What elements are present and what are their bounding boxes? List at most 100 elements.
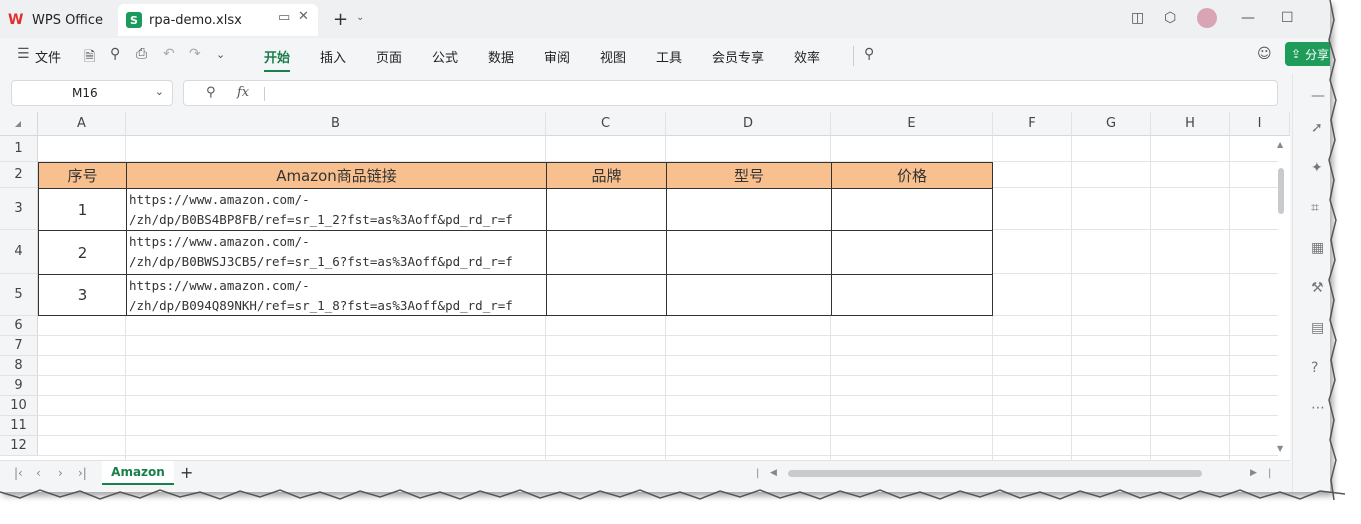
- cube-icon[interactable]: ⬡: [1164, 10, 1176, 26]
- row-header-7[interactable]: 7: [0, 336, 38, 356]
- more-chevron-icon[interactable]: ⌄: [216, 48, 225, 61]
- save-icon[interactable]: 🗎: [84, 46, 95, 70]
- row-header-5[interactable]: 5: [0, 274, 38, 316]
- row-header-2[interactable]: 2: [0, 162, 38, 188]
- table-cell-price[interactable]: [831, 230, 993, 275]
- collapse-icon[interactable]: —: [1311, 88, 1325, 104]
- scroll-up-icon[interactable]: ▲: [1277, 140, 1283, 149]
- tab-wps-office[interactable]: W WPS Office: [8, 6, 108, 34]
- column-header-h[interactable]: H: [1151, 112, 1230, 136]
- table-cell-brand[interactable]: [546, 230, 667, 275]
- column-header-f[interactable]: F: [993, 112, 1072, 136]
- menu-formula[interactable]: 公式: [432, 47, 458, 66]
- row-header-8[interactable]: 8: [0, 356, 38, 376]
- scroll-right-edge-icon[interactable]: |: [1268, 468, 1271, 479]
- minimize-icon[interactable]: —: [1241, 10, 1255, 26]
- row-header-9[interactable]: 9: [0, 376, 38, 396]
- row-header-12[interactable]: 12: [0, 436, 38, 456]
- menu-tools[interactable]: 工具: [656, 47, 682, 66]
- redo-icon[interactable]: ↷: [189, 46, 201, 62]
- share-link-icon[interactable]: ⚲: [110, 46, 120, 62]
- table-cell-model[interactable]: [666, 188, 832, 231]
- print-preview-icon[interactable]: ⎙: [136, 46, 147, 62]
- table-cell-model[interactable]: [666, 230, 832, 275]
- scroll-left-icon[interactable]: ◀: [770, 468, 777, 478]
- chart-icon[interactable]: ▦: [1311, 240, 1324, 256]
- column-header-g[interactable]: G: [1072, 112, 1151, 136]
- window-restore-icon[interactable]: ▭: [278, 10, 290, 25]
- panel-icon[interactable]: ▤: [1311, 320, 1324, 336]
- chevron-down-icon[interactable]: ⌄: [155, 85, 164, 98]
- row-header-10[interactable]: 10: [0, 396, 38, 416]
- menu-efficiency[interactable]: 效率: [794, 47, 820, 66]
- more-icon[interactable]: ⋯: [1311, 400, 1325, 416]
- table-cell-no[interactable]: 3: [38, 274, 127, 316]
- vertical-scrollbar[interactable]: ▲ ▼: [1273, 138, 1289, 458]
- menu-view[interactable]: 视图: [600, 47, 626, 66]
- menu-data[interactable]: 数据: [488, 47, 514, 66]
- style-icon[interactable]: ✦: [1311, 160, 1323, 176]
- search-icon[interactable]: ⚲: [864, 46, 874, 62]
- prev-sheet-icon[interactable]: ‹: [36, 466, 41, 480]
- header-cell-brand[interactable]: 品牌: [546, 162, 667, 189]
- tools-icon[interactable]: ⚒: [1311, 280, 1324, 296]
- maximize-icon[interactable]: ☐: [1281, 10, 1294, 26]
- fx-icon[interactable]: fx: [237, 85, 249, 100]
- chevron-down-icon[interactable]: ⌄: [356, 12, 364, 23]
- table-cell-link[interactable]: https://www.amazon.com/- /zh/dp/B0BS4BP8F…: [126, 188, 547, 231]
- header-cell-no[interactable]: 序号: [38, 162, 127, 189]
- row-header-4[interactable]: 4: [0, 230, 38, 274]
- sheet-tab-amazon[interactable]: Amazon: [102, 461, 174, 485]
- tab-rpa-demo[interactable]: S rpa-demo.xlsx ▭ ✕: [118, 4, 318, 36]
- close-tab-icon[interactable]: ✕: [298, 9, 309, 24]
- horizontal-scroll-thumb[interactable]: [788, 470, 1202, 477]
- avatar[interactable]: [1197, 8, 1217, 28]
- name-box[interactable]: M16 ⌄: [11, 80, 173, 106]
- menu-review[interactable]: 审阅: [544, 47, 570, 66]
- formula-input[interactable]: ⚲ fx: [183, 80, 1278, 106]
- table-cell-no[interactable]: 1: [38, 188, 127, 231]
- menu-icon[interactable]: ☰: [17, 46, 30, 62]
- zoom-formula-icon[interactable]: ⚲: [206, 85, 216, 100]
- menu-member[interactable]: 会员专享: [712, 47, 764, 66]
- menu-insert[interactable]: 插入: [320, 47, 346, 66]
- table-cell-brand[interactable]: [546, 188, 667, 231]
- first-sheet-icon[interactable]: |‹: [14, 466, 23, 480]
- column-header-b[interactable]: B: [126, 112, 546, 136]
- menu-home[interactable]: 开始: [264, 47, 290, 66]
- header-cell-link[interactable]: Amazon商品链接: [126, 162, 547, 189]
- help-icon[interactable]: ?: [1311, 360, 1318, 376]
- header-cell-model[interactable]: 型号: [666, 162, 832, 189]
- new-tab-icon[interactable]: +: [333, 9, 348, 30]
- row-header-3[interactable]: 3: [0, 188, 38, 230]
- next-sheet-icon[interactable]: ›: [58, 466, 63, 480]
- row-header-11[interactable]: 11: [0, 416, 38, 436]
- table-cell-brand[interactable]: [546, 274, 667, 316]
- layout-icon[interactable]: ◫: [1131, 10, 1144, 26]
- column-header-a[interactable]: A: [38, 112, 126, 136]
- table-cell-price[interactable]: [831, 188, 993, 231]
- table-cell-no[interactable]: 2: [38, 230, 127, 275]
- column-header-c[interactable]: C: [546, 112, 666, 136]
- menu-page[interactable]: 页面: [376, 47, 402, 66]
- scroll-down-icon[interactable]: ▼: [1277, 444, 1283, 453]
- add-sheet-button[interactable]: +: [180, 463, 193, 482]
- scroll-left-edge-icon[interactable]: |: [756, 468, 759, 479]
- undo-icon[interactable]: ↶: [163, 46, 175, 62]
- column-header-e[interactable]: E: [831, 112, 993, 136]
- header-cell-price[interactable]: 价格: [831, 162, 993, 189]
- table-cell-link[interactable]: https://www.amazon.com/- /zh/dp/B0BWSJ3CB…: [126, 230, 547, 275]
- scroll-right-icon[interactable]: ▶: [1250, 468, 1257, 478]
- vertical-scroll-thumb[interactable]: [1278, 168, 1284, 214]
- crop-icon[interactable]: ⌗: [1311, 200, 1319, 216]
- column-header-i[interactable]: I: [1230, 112, 1290, 136]
- file-menu[interactable]: 文件: [35, 47, 61, 66]
- pointer-icon[interactable]: ➚: [1311, 120, 1323, 136]
- row-header-1[interactable]: 1: [0, 136, 38, 162]
- table-cell-link[interactable]: https://www.amazon.com/- /zh/dp/B094Q89NK…: [126, 274, 547, 316]
- column-header-d[interactable]: D: [666, 112, 831, 136]
- spreadsheet-grid[interactable]: A B C D E F G H I 1 2 3 4 5 6 7 8 9 10 1…: [0, 112, 1290, 460]
- row-header-6[interactable]: 6: [0, 316, 38, 336]
- comment-icon[interactable]: ☺: [1257, 46, 1272, 62]
- table-cell-model[interactable]: [666, 274, 832, 316]
